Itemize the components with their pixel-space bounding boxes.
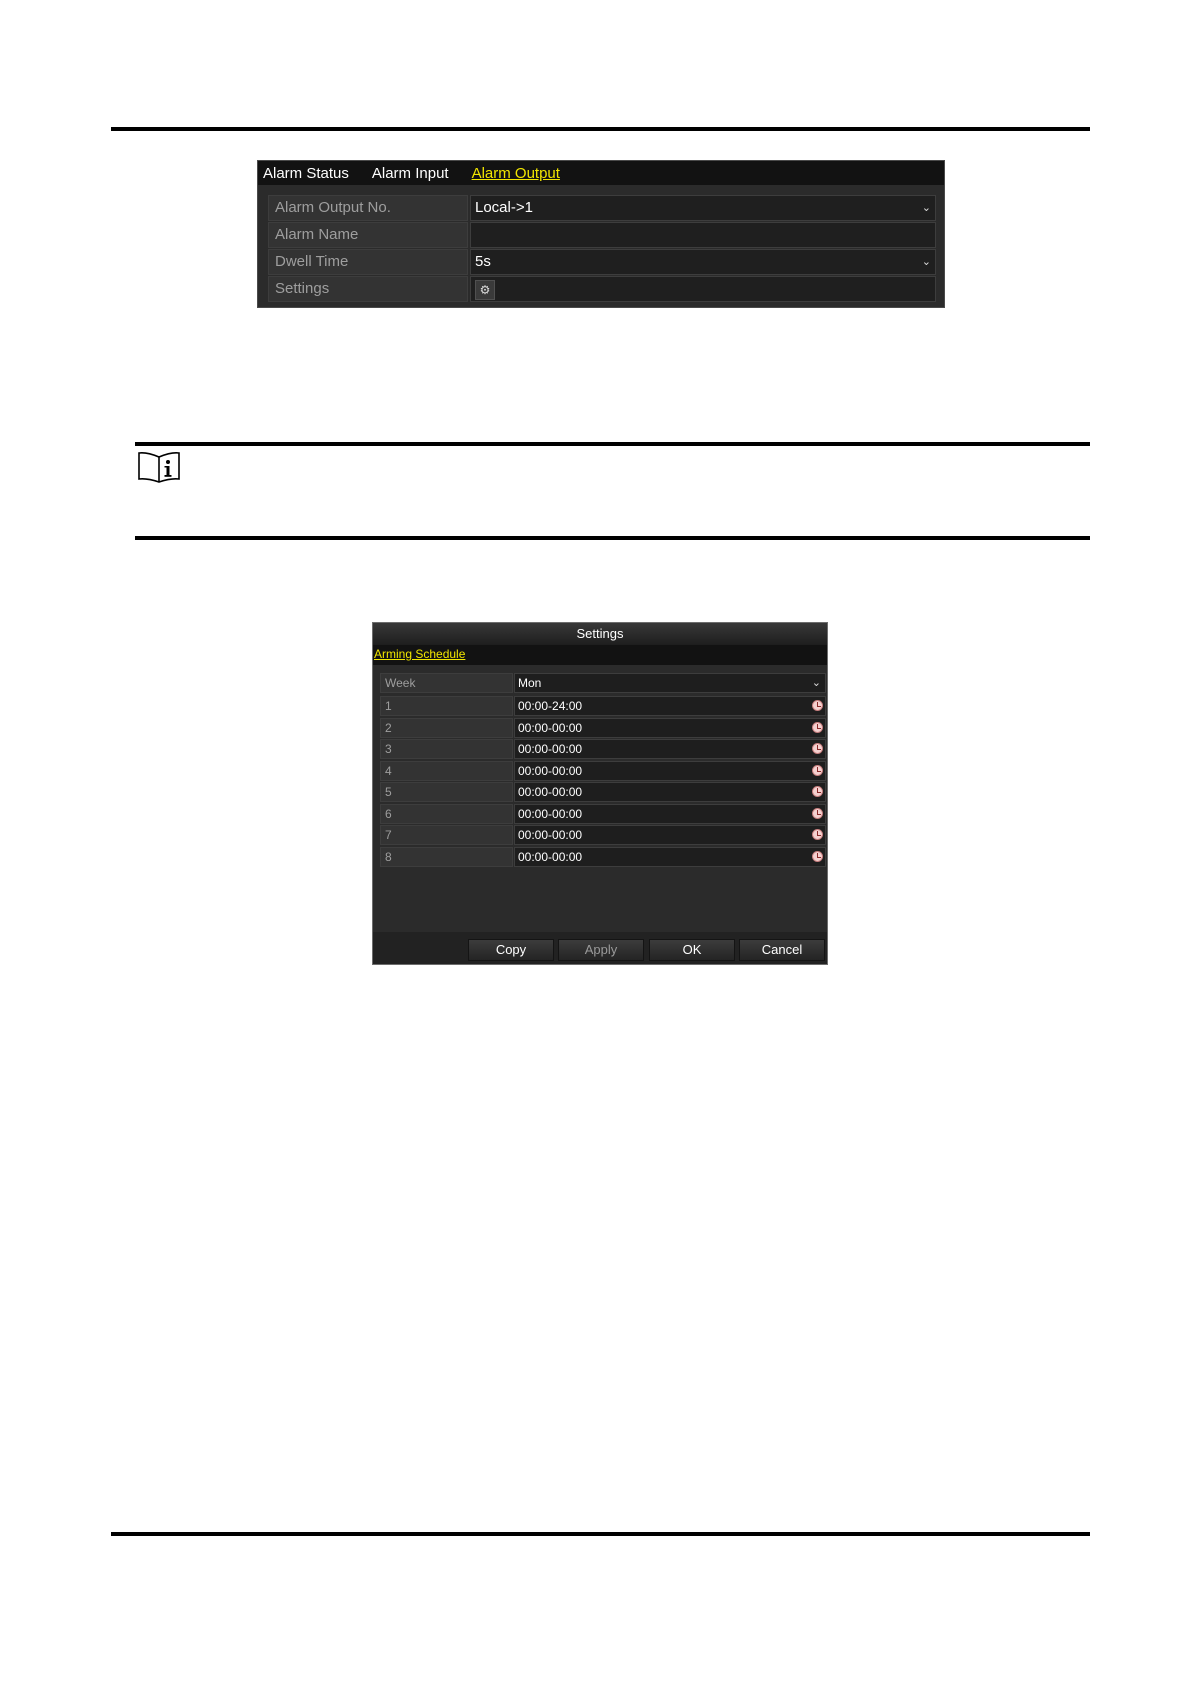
copy-button[interactable]: Copy (468, 939, 554, 961)
alarm-name-label: Alarm Name (268, 222, 468, 248)
dwell-time-value: 5s (475, 253, 491, 270)
period-number: 8 (380, 846, 513, 867)
period-time-value: 00:00-00:00 (518, 742, 583, 756)
period-time-field[interactable]: 00:00-00:00 (514, 760, 826, 781)
tab-arming-schedule[interactable]: Arming Schedule (374, 647, 465, 661)
clock-icon[interactable] (812, 786, 823, 797)
tab-alarm-status[interactable]: Alarm Status (263, 165, 349, 182)
settings-cell: ⚙ (470, 276, 936, 302)
period-number: 2 (380, 717, 513, 738)
period-time-field[interactable]: 00:00-00:00 (514, 846, 826, 867)
period-time-value: 00:00-00:00 (518, 785, 583, 799)
dwell-time-row: Dwell Time 5s ⌄ (268, 249, 936, 275)
alarm-form: Alarm Output No. Local->1 ⌄ Alarm Name D… (268, 195, 936, 303)
period-time-field[interactable]: 00:00-00:00 (514, 825, 826, 845)
alarm-output-no-value: Local->1 (475, 199, 533, 216)
clock-icon[interactable] (812, 721, 823, 733)
period-time-field[interactable]: 00:00-24:00 (514, 696, 826, 716)
period-row: 2 00:00-00:00 (380, 717, 826, 738)
period-time-field[interactable]: 00:00-00:00 (514, 717, 826, 738)
footer-rule (111, 1532, 1090, 1536)
clock-icon[interactable] (812, 743, 823, 754)
period-number: 7 (380, 825, 513, 845)
clock-icon[interactable] (812, 764, 823, 776)
period-row: 8 00:00-00:00 (380, 846, 826, 867)
period-number: 5 (380, 782, 513, 802)
period-number: 4 (380, 760, 513, 781)
period-row: 3 00:00-00:00 (380, 739, 826, 759)
ok-button[interactable]: OK (649, 939, 735, 961)
week-row: Week Mon ⌄ (380, 673, 826, 693)
schedule-table: Week Mon ⌄ 1 00:00-24:00 2 00:00-00:00 3… (380, 673, 826, 868)
apply-button[interactable]: Apply (558, 939, 644, 961)
tab-alarm-output[interactable]: Alarm Output (472, 165, 560, 182)
alarm-output-no-select[interactable]: Local->1 ⌄ (470, 195, 936, 221)
period-time-value: 00:00-24:00 (518, 699, 583, 713)
period-number: 6 (380, 803, 513, 824)
gear-icon[interactable]: ⚙ (475, 280, 495, 300)
period-row: 5 00:00-00:00 (380, 782, 826, 802)
alarm-tab-bar: Alarm Status Alarm Input Alarm Output (258, 161, 944, 185)
tab-alarm-input[interactable]: Alarm Input (372, 165, 449, 182)
alarm-name-row: Alarm Name (268, 222, 936, 248)
note-bottom-rule (135, 536, 1090, 540)
period-number: 3 (380, 739, 513, 759)
dialog-tab-bar: Arming Schedule (373, 645, 827, 665)
period-row: 7 00:00-00:00 (380, 825, 826, 845)
week-label: Week (380, 673, 513, 693)
clock-icon[interactable] (812, 829, 823, 840)
clock-icon[interactable] (812, 850, 823, 862)
period-row: 6 00:00-00:00 (380, 803, 826, 824)
cancel-button[interactable]: Cancel (739, 939, 825, 961)
alarm-output-panel: Alarm Status Alarm Input Alarm Output Al… (257, 160, 945, 308)
dwell-time-label: Dwell Time (268, 249, 468, 275)
period-time-value: 00:00-00:00 (518, 720, 583, 735)
settings-row: Settings ⚙ (268, 276, 936, 302)
note-top-rule (135, 442, 1090, 446)
chevron-down-icon: ⌄ (811, 677, 821, 689)
period-time-value: 00:00-00:00 (518, 806, 583, 821)
chevron-down-icon: ⌄ (921, 256, 931, 268)
week-value: Mon (518, 676, 542, 690)
settings-label: Settings (268, 276, 468, 302)
period-time-field[interactable]: 00:00-00:00 (514, 739, 826, 759)
alarm-name-input[interactable] (470, 222, 936, 248)
period-row: 4 00:00-00:00 (380, 760, 826, 781)
header-rule (111, 127, 1090, 131)
week-select[interactable]: Mon ⌄ (514, 673, 826, 693)
settings-dialog: Settings Arming Schedule Week Mon ⌄ 1 00… (372, 622, 828, 965)
period-time-value: 00:00-00:00 (518, 763, 583, 778)
alarm-output-no-label: Alarm Output No. (268, 195, 468, 221)
period-time-field[interactable]: 00:00-00:00 (514, 782, 826, 802)
clock-icon[interactable] (812, 700, 823, 711)
period-time-field[interactable]: 00:00-00:00 (514, 803, 826, 824)
dialog-footer: Copy Apply OK Cancel (373, 932, 827, 964)
chevron-down-icon: ⌄ (921, 202, 931, 214)
period-time-value: 00:00-00:00 (518, 828, 583, 842)
dwell-time-select[interactable]: 5s ⌄ (470, 249, 936, 275)
period-number: 1 (380, 696, 513, 716)
period-row: 1 00:00-24:00 (380, 696, 826, 716)
alarm-output-no-row: Alarm Output No. Local->1 ⌄ (268, 195, 936, 221)
period-time-value: 00:00-00:00 (518, 849, 583, 864)
clock-icon[interactable] (812, 807, 823, 819)
dialog-title: Settings (373, 623, 827, 645)
note-icon (138, 452, 180, 483)
